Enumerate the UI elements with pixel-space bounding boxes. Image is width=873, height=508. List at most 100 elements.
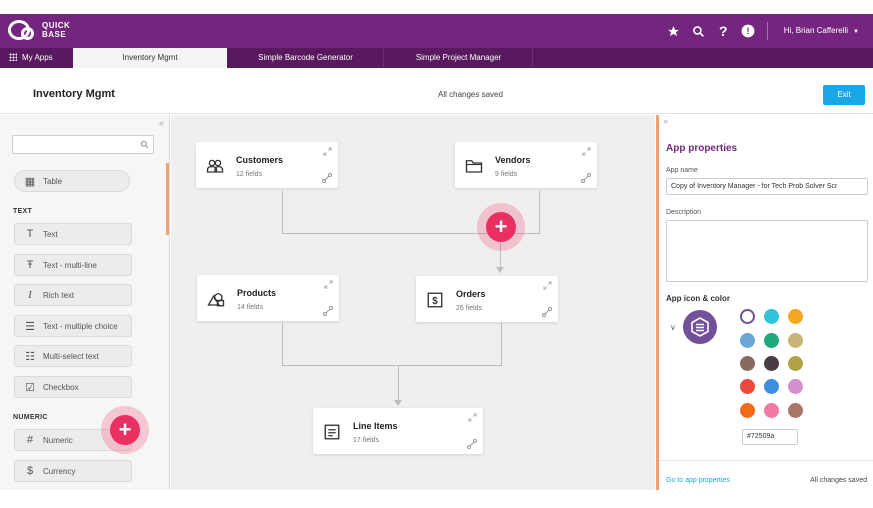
add-field-button[interactable]: + — [101, 406, 149, 454]
quickbase-logo[interactable]: QUICK BASE — [8, 20, 82, 40]
table-field-count: 9 fields — [495, 171, 518, 178]
collapse-right-icon[interactable]: » — [663, 116, 668, 126]
app-icon-picker[interactable]: ∨ — [670, 310, 717, 344]
checklist-icon: ☷ — [25, 350, 35, 363]
palette-item-text-multi-line[interactable]: Ŧ Text - multi-line — [14, 254, 132, 276]
table-card-products[interactable]: Products 14 fields — [197, 275, 339, 321]
color-swatch[interactable] — [764, 356, 779, 371]
star-icon[interactable] — [661, 25, 686, 38]
dollar-icon: $ — [427, 292, 443, 308]
hex-color-input[interactable]: #72509a — [742, 429, 798, 445]
table-field-count: 12 fields — [236, 171, 263, 178]
expand-icon[interactable] — [543, 281, 552, 290]
table-card-customers[interactable]: Customers 12 fields — [196, 142, 338, 188]
expand-icon[interactable] — [582, 147, 591, 156]
relationship-link-icon[interactable] — [467, 439, 477, 449]
go-to-app-properties-link[interactable]: Go to app properties — [666, 477, 730, 484]
palette-item-label: Checkbox — [43, 382, 79, 392]
color-swatch[interactable] — [788, 379, 803, 394]
panel-footer: Go to app properties All changes saved — [659, 460, 873, 490]
color-swatch[interactable] — [740, 356, 755, 371]
palette-item-text[interactable]: T Text — [14, 223, 132, 245]
color-swatch[interactable] — [788, 356, 803, 371]
color-swatch[interactable] — [764, 379, 779, 394]
help-icon[interactable]: ? — [711, 23, 736, 39]
search-icon[interactable] — [686, 25, 711, 38]
color-swatch[interactable] — [764, 333, 779, 348]
palette-item-rich-text[interactable]: I Rich text — [14, 284, 132, 306]
connector-line — [282, 365, 502, 366]
app-name-label: App name — [666, 167, 698, 174]
palette-item-multi-select-text[interactable]: ☷ Multi-select text — [14, 345, 132, 367]
relationship-link-icon[interactable] — [322, 173, 332, 183]
my-apps-tab[interactable]: My Apps — [0, 48, 70, 68]
palette-item-label: Text — [43, 229, 58, 239]
palette-item-multiple-choice[interactable]: ☰ Text - multiple choice — [14, 315, 132, 337]
dollar-icon: $ — [26, 465, 34, 477]
relationship-link-icon[interactable] — [542, 307, 552, 317]
color-swatch[interactable] — [764, 309, 779, 324]
color-swatch-selected[interactable] — [740, 309, 755, 324]
color-swatch[interactable] — [788, 309, 803, 324]
svg-text:$: $ — [432, 296, 438, 307]
color-swatch[interactable] — [740, 379, 755, 394]
logo-mark-icon — [8, 20, 34, 40]
table-card-orders[interactable]: $ Orders 26 fields — [416, 276, 558, 322]
palette-item-checkbox[interactable]: ☑ Checkbox — [14, 376, 132, 398]
table-field-count: 14 fields — [237, 304, 264, 311]
chevron-down-icon: ∨ — [670, 322, 676, 332]
expand-icon[interactable] — [323, 147, 332, 156]
panel-title: App properties — [666, 143, 738, 154]
search-icon — [140, 140, 149, 149]
tab-simple-barcode-generator[interactable]: Simple Barcode Generator — [228, 48, 384, 68]
table-icon: ▦ — [24, 175, 36, 188]
connector-line — [282, 323, 283, 365]
plus-icon: + — [486, 212, 516, 242]
color-swatch[interactable] — [740, 403, 755, 418]
color-swatch[interactable] — [764, 403, 779, 418]
panel-resize-handle[interactable] — [166, 163, 169, 235]
palette-item-currency[interactable]: $ Currency — [14, 460, 132, 482]
color-swatch[interactable] — [740, 333, 755, 348]
table-name: Orders — [456, 289, 486, 299]
field-search-input[interactable] — [12, 135, 154, 154]
app-title-bar: Inventory Mgmt All changes saved Exit — [0, 68, 873, 114]
table-name: Line Items — [353, 421, 398, 431]
color-swatch[interactable] — [788, 333, 803, 348]
color-swatch[interactable] — [788, 403, 803, 418]
text-t-icon: T — [26, 228, 34, 240]
table-name: Products — [237, 288, 277, 298]
box-icon — [691, 317, 709, 337]
table-card-line-items[interactable]: Line Items 17 fields — [313, 408, 483, 454]
save-status: All changes saved — [438, 90, 503, 99]
exit-button[interactable]: Exit — [823, 85, 865, 105]
table-field-count: 26 fields — [456, 305, 483, 312]
top-navigation-bar: QUICK BASE ? ! Hi, Brian Cafferelli ▼ — [0, 14, 873, 48]
checkbox-icon: ☑ — [25, 381, 35, 394]
add-table-button[interactable]: + — [477, 203, 525, 251]
relationship-link-icon[interactable] — [323, 306, 333, 316]
user-greeting: Hi, Brian Cafferelli — [783, 26, 849, 35]
app-icon-preview[interactable] — [682, 310, 717, 344]
tab-simple-project-manager[interactable]: Simple Project Manager — [385, 48, 533, 68]
relationship-link-icon[interactable] — [581, 173, 591, 183]
expand-icon[interactable] — [468, 413, 477, 422]
expand-icon[interactable] — [324, 280, 333, 289]
plus-icon: + — [110, 415, 140, 445]
logo-text-line1: QUICK — [42, 21, 71, 30]
relationship-canvas[interactable]: Customers 12 fields Vendors 9 fields Pro… — [171, 115, 655, 490]
alert-icon[interactable]: ! — [736, 24, 761, 38]
collapse-left-icon[interactable]: « — [159, 118, 164, 128]
shapes-icon — [207, 293, 225, 307]
table-name: Vendors — [495, 155, 531, 165]
tab-inventory-mgmt[interactable]: Inventory Mgmt — [73, 48, 227, 68]
arrow-down-icon — [496, 267, 504, 273]
palette-item-table[interactable]: ▦ Table — [14, 170, 130, 192]
table-field-count: 17 fields — [353, 437, 380, 444]
description-textarea[interactable] — [666, 220, 868, 282]
palette-item-label: Numeric — [43, 435, 73, 445]
app-name-input[interactable]: Copy of Inventory Manager - for Tech Pro… — [666, 178, 868, 195]
user-menu[interactable]: Hi, Brian Cafferelli ▼ — [766, 22, 873, 40]
palette-item-label: Text - multiple choice — [43, 321, 118, 331]
table-card-vendors[interactable]: Vendors 9 fields — [455, 142, 597, 188]
